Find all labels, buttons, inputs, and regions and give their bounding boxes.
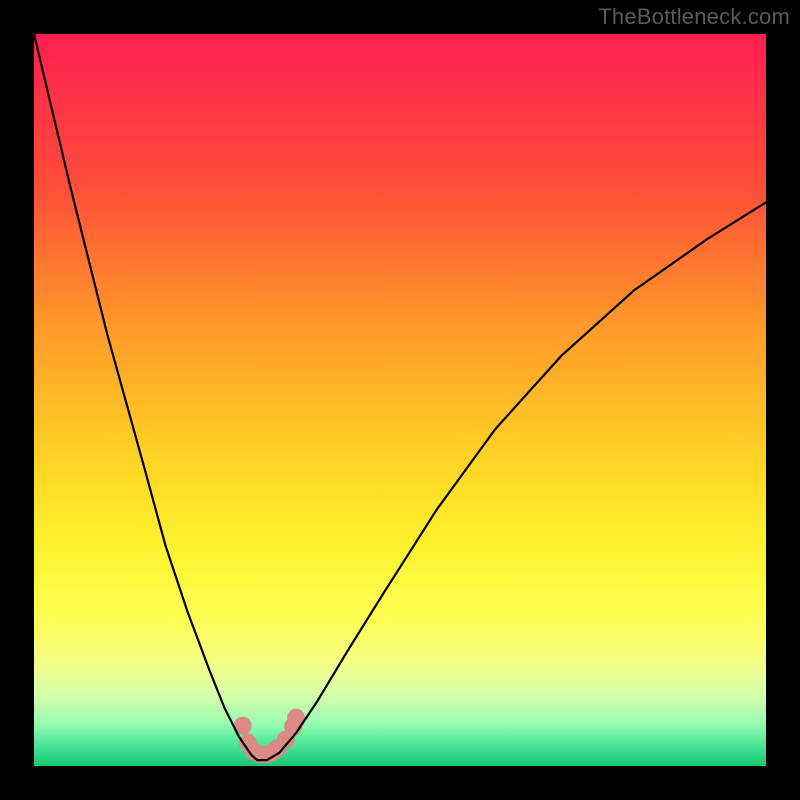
plot-area xyxy=(34,34,766,766)
bottleneck-chart-svg xyxy=(34,34,766,766)
gradient-background xyxy=(34,34,766,766)
watermark-text: TheBottleneck.com xyxy=(598,4,790,30)
chart-frame: TheBottleneck.com xyxy=(0,0,800,800)
